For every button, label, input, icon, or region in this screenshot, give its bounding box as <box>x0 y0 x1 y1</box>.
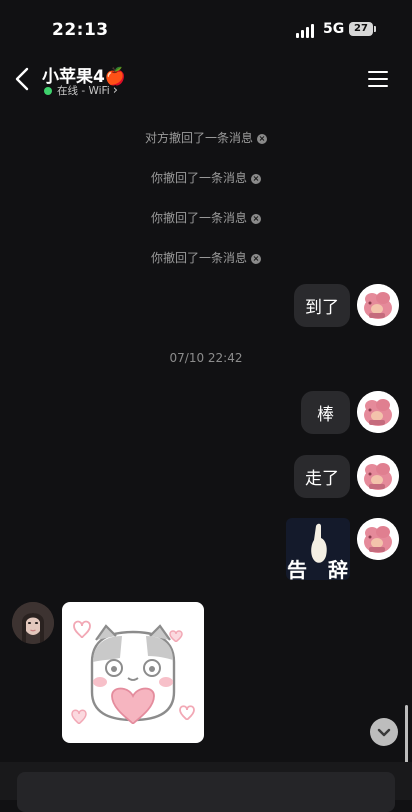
recall-notice: 对方撤回了一条消息 × <box>0 129 412 146</box>
online-dot-icon <box>44 86 52 95</box>
battery-icon: 27 <box>349 22 376 36</box>
signal-icon <box>296 24 316 38</box>
contact-avatar[interactable] <box>12 602 54 644</box>
recall-notice-text: 你撤回了一条消息 <box>150 211 247 225</box>
recall-notice-text: 你撤回了一条消息 <box>150 171 247 185</box>
close-icon[interactable]: × <box>257 134 267 144</box>
pink-creature-icon <box>357 391 399 433</box>
message-bubble[interactable]: 棒 <box>301 391 350 434</box>
scroll-down-icon[interactable] <box>370 718 398 746</box>
my-avatar[interactable] <box>357 284 399 326</box>
farewell-sticker[interactable]: 告 辞 <box>286 518 350 580</box>
recall-notice: 你撤回了一条消息 × <box>0 169 412 186</box>
sticker-text: 告 <box>287 558 307 580</box>
my-avatar[interactable] <box>357 518 399 560</box>
pink-creature-icon <box>357 284 399 326</box>
my-avatar[interactable] <box>357 391 399 433</box>
person-photo-icon <box>12 602 54 644</box>
message-bubble[interactable]: 走了 <box>294 455 350 498</box>
pink-creature-icon <box>357 455 399 497</box>
recall-notice: 你撤回了一条消息 × <box>0 249 412 266</box>
close-icon[interactable]: × <box>251 254 261 264</box>
close-icon[interactable]: × <box>251 214 261 224</box>
recall-notice-text: 你撤回了一条消息 <box>150 251 247 265</box>
chat-header: 小苹果4🍎 在线 - WiFi › <box>0 58 412 104</box>
sticker-text: 辞 <box>328 558 348 580</box>
chat-timestamp: 07/10 22:42 <box>169 351 243 365</box>
my-avatar[interactable] <box>357 455 399 497</box>
network-type: 5G <box>323 21 345 37</box>
recall-notice: 你撤回了一条消息 × <box>0 209 412 226</box>
message-input[interactable] <box>17 772 395 812</box>
hamburger-menu-icon[interactable] <box>368 68 390 88</box>
close-icon[interactable]: × <box>251 174 261 184</box>
presence-text: 在线 - WiFi <box>57 85 110 97</box>
cat-heart-sticker[interactable] <box>62 602 204 743</box>
clipped-notice <box>0 104 412 106</box>
message-bubble[interactable]: 到了 <box>294 284 350 327</box>
chevron-right-icon: › <box>112 82 118 98</box>
cat-heart-icon <box>71 620 195 725</box>
presence-status[interactable]: 在线 - WiFi › <box>44 83 118 98</box>
status-bar: 22:13 5G 27 <box>0 0 412 58</box>
scrollbar[interactable] <box>405 705 408 765</box>
pink-creature-icon <box>357 518 399 560</box>
back-chevron-icon[interactable] <box>10 64 36 94</box>
recall-notice-text: 对方撤回了一条消息 <box>144 131 253 145</box>
status-time: 22:13 <box>52 20 109 40</box>
